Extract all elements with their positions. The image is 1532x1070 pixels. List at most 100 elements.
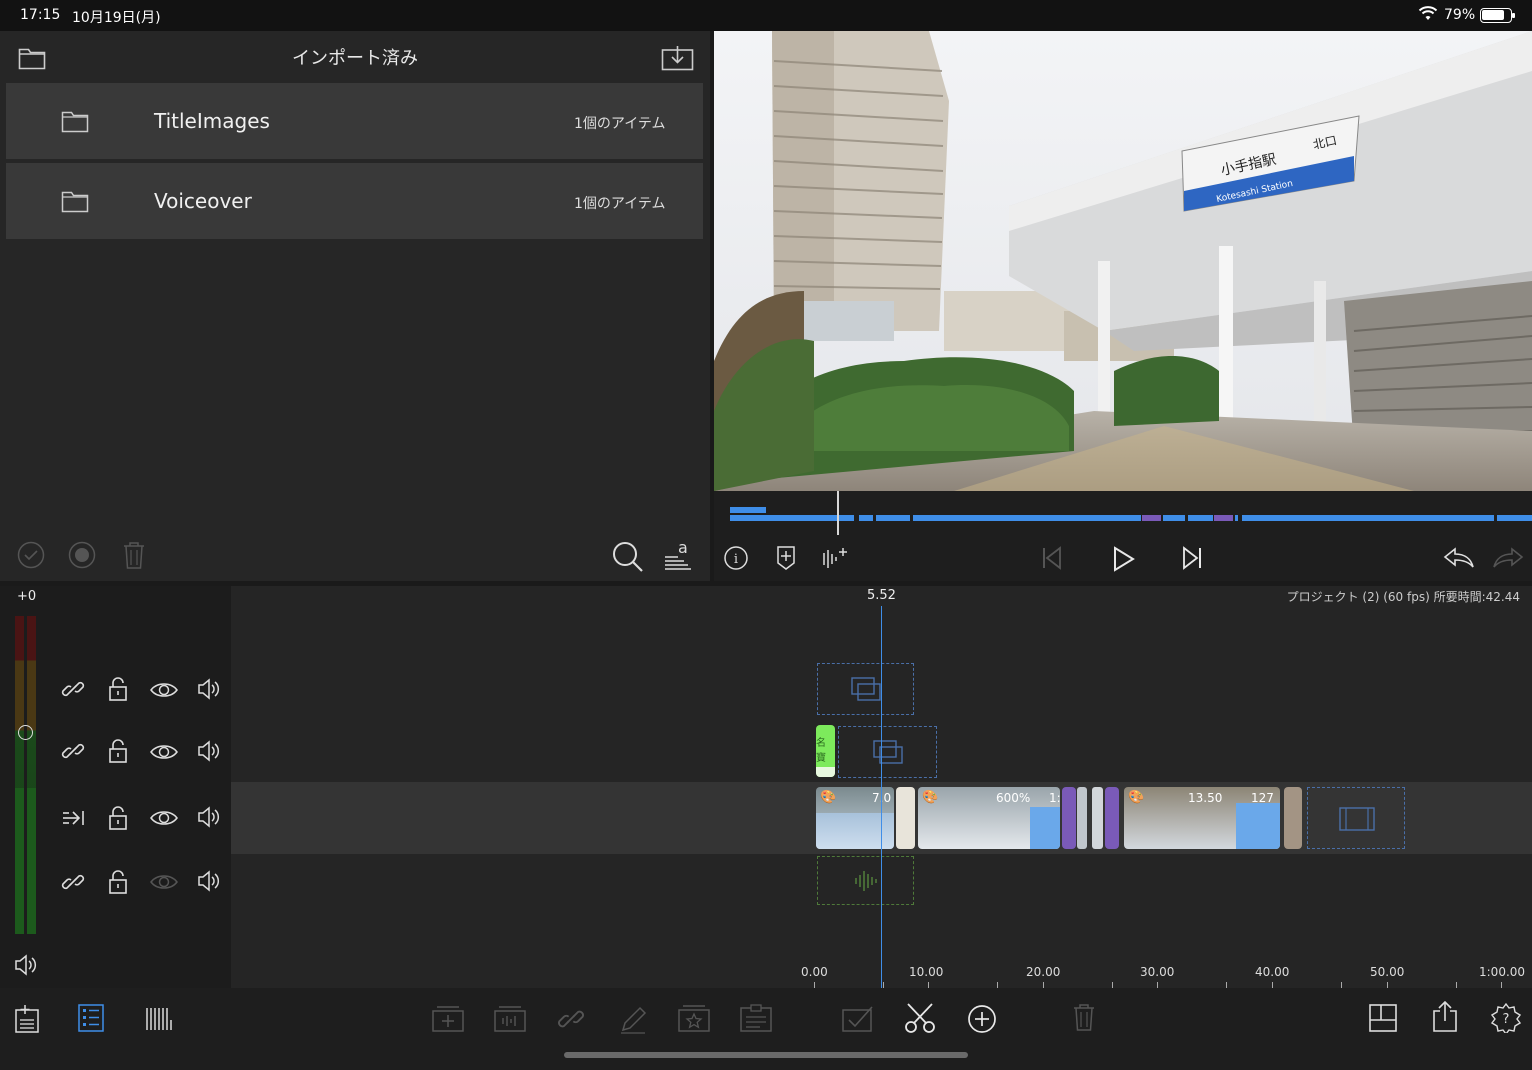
speaker-icon[interactable] — [197, 806, 221, 828]
play-icon[interactable] — [1112, 546, 1136, 572]
audio-meter[interactable] — [15, 616, 36, 934]
undo-icon[interactable] — [1443, 547, 1475, 569]
project-info-icon[interactable] — [14, 1004, 40, 1034]
scissors-icon[interactable] — [904, 1002, 936, 1034]
status-date: 10月19日(月) — [72, 10, 161, 26]
palette-icon: 🎨 — [820, 790, 837, 805]
trash-icon[interactable] — [122, 540, 146, 570]
favorite-icon[interactable] — [678, 1004, 710, 1032]
redo-icon[interactable] — [1492, 547, 1524, 569]
film-icon — [1339, 807, 1375, 831]
primary-track-icon[interactable] — [61, 808, 87, 828]
bottom-toolbar: ? — [0, 988, 1532, 1070]
add-clip-icon[interactable] — [432, 1006, 464, 1032]
list-item[interactable]: Voiceover 1個のアイテム — [6, 163, 703, 239]
speaker-icon[interactable] — [197, 740, 221, 762]
drop-zone-audio[interactable] — [817, 856, 914, 905]
lock-icon[interactable] — [108, 738, 128, 764]
transition[interactable] — [1105, 787, 1119, 849]
title-clip-text: 名寶 — [816, 738, 826, 764]
clip-duration: 127 — [1251, 791, 1274, 805]
home-indicator[interactable] — [564, 1052, 968, 1058]
info-icon[interactable]: i — [724, 546, 748, 570]
clipboard-icon[interactable] — [740, 1004, 772, 1032]
search-icon[interactable] — [612, 541, 644, 573]
video-clip[interactable]: 🎨 13.50 127 — [1124, 787, 1280, 849]
film-icon — [873, 740, 903, 764]
record-icon[interactable] — [68, 541, 96, 569]
browser-title: インポート済み — [292, 48, 418, 69]
eye-icon[interactable] — [150, 809, 178, 827]
wifi-icon — [1418, 6, 1438, 26]
playhead[interactable] — [881, 606, 882, 988]
folder-icon — [61, 189, 89, 213]
lock-icon[interactable] — [108, 805, 128, 831]
add-marker-icon[interactable] — [776, 545, 796, 571]
list-item[interactable]: TitleImages 1個のアイテム — [6, 83, 703, 159]
drop-zone-video[interactable] — [1307, 787, 1405, 849]
add-icon[interactable] — [967, 1004, 997, 1034]
pencil-icon[interactable] — [619, 1004, 647, 1034]
import-icon[interactable] — [661, 45, 694, 71]
timeline-overview[interactable] — [730, 515, 1532, 521]
item-name: TitleImages — [154, 109, 270, 133]
video-clip[interactable] — [896, 787, 915, 849]
video-clip[interactable] — [1077, 787, 1087, 849]
playhead-time: 5.52 — [867, 588, 896, 603]
settings-help-icon[interactable]: ? — [1491, 1003, 1521, 1033]
video-clip[interactable]: 7.0 🎨 — [816, 787, 894, 849]
meter-knob[interactable] — [18, 725, 33, 740]
overview-playhead[interactable] — [837, 491, 839, 535]
link-icon[interactable] — [61, 677, 85, 701]
lock-icon[interactable] — [108, 676, 128, 702]
video-clip[interactable]: 🎨 600% 1: — [918, 787, 1060, 849]
ruler-label: 20.00 — [1026, 965, 1061, 979]
item-count: 1個のアイテム — [574, 116, 666, 132]
share-icon[interactable] — [1432, 1001, 1458, 1033]
film-icon — [851, 677, 881, 701]
timeline-list-icon[interactable] — [78, 1004, 104, 1032]
drop-zone-video[interactable] — [838, 726, 937, 778]
clip-speed: 13.50 — [1188, 791, 1223, 805]
folder-icon — [61, 109, 89, 133]
link-icon[interactable] — [557, 1005, 585, 1033]
overview-marker — [730, 507, 766, 513]
layout-icon[interactable] — [1369, 1004, 1397, 1032]
title-clip[interactable]: 名寶 — [816, 725, 835, 777]
svg-text:i: i — [734, 552, 738, 567]
timeline[interactable]: 5.52 プロジェクト (2) (60 fps) 所要時間:42.44 名寶 7… — [231, 586, 1532, 988]
trash-icon[interactable] — [1072, 1002, 1096, 1032]
select-check-icon[interactable] — [842, 1004, 874, 1032]
ruler-label: 40.00 — [1255, 965, 1290, 979]
track-headers: +0 — [0, 586, 231, 988]
link-icon[interactable] — [61, 870, 85, 894]
drop-zone-video[interactable] — [817, 663, 914, 715]
checkmark-icon[interactable] — [17, 541, 45, 569]
video-clip[interactable] — [1092, 787, 1103, 849]
palette-icon: 🎨 — [922, 790, 939, 805]
ruler-label: 0.00 — [801, 965, 828, 979]
lock-icon[interactable] — [108, 869, 128, 895]
add-audio-icon[interactable] — [494, 1006, 526, 1032]
speaker-icon[interactable] — [197, 870, 221, 892]
speaker-icon[interactable] — [197, 678, 221, 700]
svg-text:a: a — [678, 539, 688, 557]
battery-percent: 79% — [1444, 7, 1476, 23]
voiceover-icon[interactable] — [822, 545, 850, 571]
master-volume-icon[interactable] — [14, 954, 38, 976]
video-preview[interactable]: 小手指駅 北口 Kotesashi Station — [714, 31, 1532, 491]
eye-icon[interactable] — [150, 873, 178, 891]
skip-back-icon[interactable] — [1040, 546, 1064, 570]
eye-icon[interactable] — [150, 681, 178, 699]
link-icon[interactable] — [61, 739, 85, 763]
sort-icon[interactable]: a — [664, 539, 692, 571]
transition[interactable] — [1062, 787, 1076, 849]
waveform-icon — [855, 871, 877, 891]
skip-forward-icon[interactable] — [1180, 546, 1204, 570]
time-ruler[interactable]: 0.00 10.00 20.00 30.00 40.00 50.00 1:00.… — [231, 961, 1532, 988]
battery-icon — [1480, 8, 1515, 23]
video-clip[interactable] — [1284, 787, 1302, 849]
eye-icon[interactable] — [150, 743, 178, 761]
audio-tracks-icon[interactable] — [145, 1006, 173, 1032]
transport-bar: i — [714, 491, 1532, 581]
